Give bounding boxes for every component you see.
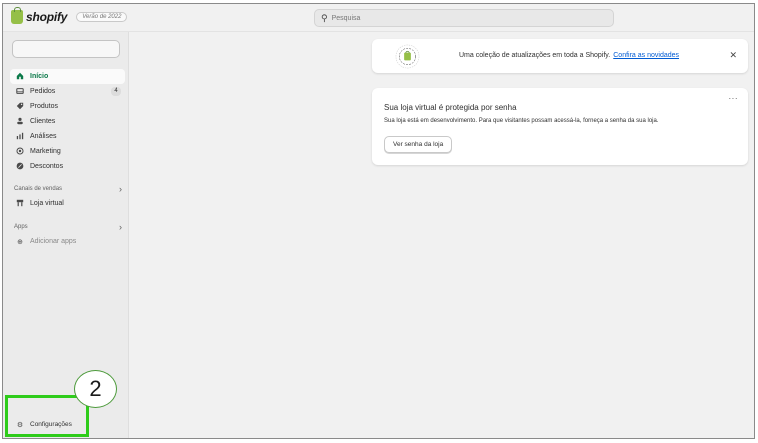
shopify-admin-window: shopify Verão de 2022 ⚲ Pesquisa Início … — [2, 3, 755, 439]
shopify-logo[interactable]: shopify Verão de 2022 — [11, 7, 128, 24]
search-icon: ⚲ — [321, 12, 328, 23]
sidebar-item-label: Loja virtual — [30, 200, 64, 207]
sidebar-item-clientes[interactable]: Clientes — [10, 114, 125, 129]
section-heading: Canais de vendas — [14, 186, 63, 192]
add-icon: ⊕ — [17, 238, 23, 246]
sidebar-item-descontos[interactable]: Descontos — [10, 159, 125, 174]
sidebar-item-loja-virtual[interactable]: Loja virtual — [10, 196, 125, 211]
home-icon — [15, 72, 25, 82]
close-icon[interactable]: ✕ — [729, 50, 737, 61]
banner-link[interactable]: Confira as novidades — [613, 52, 679, 59]
bar-chart-icon — [15, 132, 25, 142]
edition-badge[interactable]: Verão de 2022 — [76, 12, 128, 22]
person-icon — [15, 117, 25, 127]
chevron-right-icon: › — [119, 184, 122, 194]
search-input[interactable]: ⚲ Pesquisa — [314, 9, 614, 27]
store-selector[interactable] — [12, 40, 120, 58]
sidebar-item-label: Adicionar apps — [30, 238, 77, 245]
apps-section: Apps › ⊕ Adicionar apps — [10, 220, 125, 249]
sidebar-item-marketing[interactable]: Marketing — [10, 144, 125, 159]
apps-heading[interactable]: Apps › — [10, 220, 125, 234]
sidebar-item-label: Produtos — [30, 103, 59, 110]
discount-icon — [15, 162, 25, 172]
storefront-icon — [15, 199, 25, 209]
sidebar-item-analises[interactable]: Análises — [10, 129, 125, 144]
shopify-bag-icon — [11, 7, 23, 24]
editions-seal-icon — [395, 44, 420, 69]
sales-channels-section: Canais de vendas › Loja virtual — [10, 182, 125, 211]
section-heading: Apps — [14, 224, 28, 230]
sidebar-item-label: Clientes — [30, 118, 56, 125]
sidebar-item-label: Pedidos — [30, 88, 56, 95]
sidebar-item-label: Análises — [30, 133, 57, 140]
brand-name: shopify — [26, 10, 68, 24]
search-placeholder: Pesquisa — [331, 14, 361, 22]
view-store-password-button[interactable]: Ver senha da loja — [384, 136, 453, 153]
orders-icon — [15, 87, 25, 97]
card-description: Sua loja está em desenvolvimento. Para q… — [384, 118, 659, 124]
card-title: Sua loja virtual é protegida por senha — [384, 103, 517, 112]
sidebar-item-label: Descontos — [30, 163, 64, 170]
sidebar-item-produtos[interactable]: Produtos — [10, 99, 125, 114]
password-protection-card: ··· Sua loja virtual é protegida por sen… — [372, 88, 748, 165]
banner-message: Uma coleção de atualizações em toda a Sh… — [459, 52, 611, 59]
step-callout: 2 — [74, 370, 117, 408]
sales-channels-heading[interactable]: Canais de vendas › — [10, 182, 125, 196]
sidebar-item-adicionar-apps[interactable]: ⊕ Adicionar apps — [10, 234, 125, 249]
sidebar-item-pedidos[interactable]: Pedidos 4 — [10, 84, 125, 99]
orders-count-badge: 4 — [111, 87, 121, 96]
sidebar-item-inicio[interactable]: Início — [10, 69, 125, 84]
more-actions-icon[interactable]: ··· — [729, 94, 739, 103]
chevron-right-icon: › — [119, 222, 122, 232]
banner-text: Uma coleção de atualizações em toda a Sh… — [459, 52, 679, 59]
main-nav: Início Pedidos 4 Produtos Clientes Análi… — [10, 69, 125, 174]
main-content: Uma coleção de atualizações em toda a Sh… — [130, 32, 754, 438]
sidebar-item-label: Início — [30, 73, 49, 80]
target-icon — [15, 146, 25, 157]
sidebar-item-label: Marketing — [30, 148, 61, 155]
top-bar: shopify Verão de 2022 ⚲ Pesquisa — [3, 4, 754, 32]
editions-banner: Uma coleção de atualizações em toda a Sh… — [372, 39, 748, 73]
tag-icon — [15, 102, 25, 112]
highlight-box — [5, 395, 89, 437]
